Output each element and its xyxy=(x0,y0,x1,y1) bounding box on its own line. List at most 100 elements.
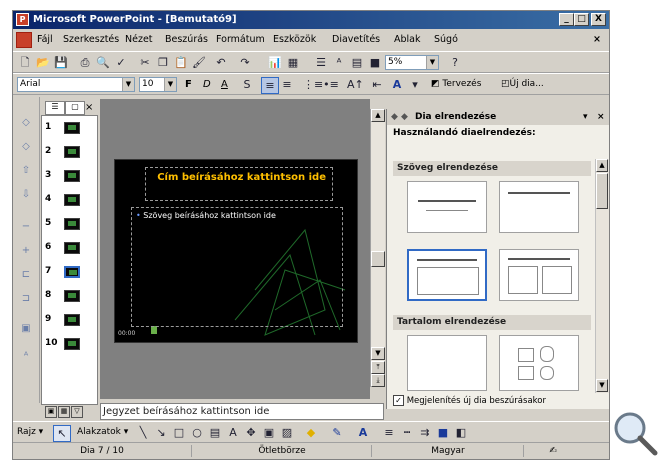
wordart-icon[interactable]: A xyxy=(225,425,241,440)
move-down-icon[interactable]: ⇩ xyxy=(18,189,34,203)
align-center-icon[interactable]: ≡ xyxy=(279,77,295,92)
list-item[interactable]: 2 xyxy=(42,146,95,162)
list-item[interactable]: 8 xyxy=(42,290,95,306)
list-item[interactable]: 1 xyxy=(42,122,95,138)
layout-two-column-text[interactable] xyxy=(499,249,579,301)
expand-all-icon[interactable]: ☰ xyxy=(313,55,329,70)
close-button[interactable]: X xyxy=(591,13,606,26)
paste-icon[interactable]: 📋 xyxy=(173,55,189,70)
list-item[interactable]: 6 xyxy=(42,242,95,258)
redo-icon[interactable]: ↷ xyxy=(237,55,253,70)
checkbox-checked-icon[interactable]: ✓ xyxy=(393,395,404,406)
design-button[interactable]: ◩ Tervezés xyxy=(431,77,481,92)
arrow-icon[interactable]: ↘ xyxy=(153,425,169,440)
expand-all-icon[interactable]: ⊐ xyxy=(18,293,34,307)
grid-icon[interactable]: ▤ xyxy=(349,55,365,70)
bold-button[interactable]: F xyxy=(185,77,192,92)
list-item[interactable]: 4 xyxy=(42,194,95,210)
new-icon[interactable]: 🗋 xyxy=(17,55,33,70)
menu-tools[interactable]: Eszközök xyxy=(273,34,316,45)
show-formatting-icon[interactable]: ᴬ xyxy=(331,55,347,70)
fill-color-icon[interactable]: ◆ xyxy=(303,425,319,440)
textbox-icon[interactable]: ▤ xyxy=(207,425,223,440)
normal-view-icon[interactable]: ▣ xyxy=(45,406,57,418)
line-style-icon[interactable]: ≡ xyxy=(381,425,397,440)
menu-edit[interactable]: Szerkesztés xyxy=(63,34,119,45)
picture-icon[interactable]: ▨ xyxy=(279,425,295,440)
list-item[interactable]: 9 xyxy=(42,314,95,330)
layout-title-text[interactable] xyxy=(407,249,487,301)
show-on-insert-checkbox[interactable]: ✓ Megjelenítés új dia beszúrásakor xyxy=(393,395,603,406)
forward-arrow-icon[interactable]: ◆ xyxy=(401,109,408,125)
slide-scrollbar[interactable]: ▲ ▼ ⤒ ⤓ xyxy=(370,109,385,387)
scroll-down-icon[interactable]: ▼ xyxy=(596,379,608,392)
tab-slides[interactable]: ▢ xyxy=(65,101,85,115)
notes-field[interactable]: Jegyzet beírásához kattintson ide xyxy=(100,403,384,420)
layout-blank[interactable] xyxy=(407,335,487,391)
chevron-down-icon[interactable]: ▾ xyxy=(407,77,423,92)
italic-button[interactable]: D xyxy=(203,77,211,92)
collapse-all-icon[interactable]: ⊏ xyxy=(18,269,34,283)
body-placeholder[interactable]: • Szöveg beírásához kattintson ide xyxy=(131,207,343,327)
align-left-icon[interactable]: ≡ xyxy=(261,77,279,94)
task-pane-menu-icon[interactable]: ▾ xyxy=(583,109,588,125)
list-item-selected[interactable]: 7 xyxy=(42,266,95,282)
bullets-icon[interactable]: •≡ xyxy=(323,77,339,92)
show-formatting-icon[interactable]: ᴬ xyxy=(18,351,34,365)
format-painter-icon[interactable]: 🖌 xyxy=(191,55,207,70)
select-pointer-icon[interactable]: ↖ xyxy=(53,425,71,442)
dash-style-icon[interactable]: ┅ xyxy=(399,425,415,440)
copy-icon[interactable]: ❐ xyxy=(155,55,171,70)
close-document-icon[interactable]: × xyxy=(593,34,601,45)
scroll-up-icon[interactable]: ▲ xyxy=(596,159,608,172)
clipart-icon[interactable]: ▣ xyxy=(261,425,277,440)
scroll-up-icon[interactable]: ▲ xyxy=(371,109,385,122)
menu-view[interactable]: Nézet xyxy=(125,34,153,45)
menu-file[interactable]: Fájl xyxy=(37,34,53,45)
shadow-icon[interactable]: S xyxy=(239,77,255,92)
3d-style-icon[interactable]: ◧ xyxy=(453,425,469,440)
help-icon[interactable]: ? xyxy=(447,55,463,70)
menu-slideshow[interactable]: Diavetítés xyxy=(332,34,380,45)
task-pane-scrollbar[interactable]: ▲ ▼ xyxy=(595,159,609,393)
prev-slide-icon[interactable]: ⤒ xyxy=(371,361,385,374)
increase-font-icon[interactable]: A↑ xyxy=(347,77,364,92)
back-arrow-icon[interactable]: ◆ xyxy=(391,109,398,125)
save-icon[interactable]: 💾 xyxy=(53,55,69,70)
open-icon[interactable]: 📂 xyxy=(35,55,51,70)
close-pane-icon[interactable]: × xyxy=(85,102,93,113)
layout-title-slide[interactable] xyxy=(407,181,487,233)
scroll-thumb[interactable] xyxy=(596,173,608,209)
zoom-combo[interactable]: 5% ▼ xyxy=(385,55,439,70)
tab-outline[interactable]: ☰ xyxy=(45,101,65,115)
close-icon[interactable]: × xyxy=(597,109,605,125)
rectangle-icon[interactable]: □ xyxy=(171,425,187,440)
cut-icon[interactable]: ✂ xyxy=(137,55,153,70)
slideshow-icon[interactable]: ▽ xyxy=(71,406,83,418)
underline-button[interactable]: A xyxy=(221,77,228,92)
layout-content[interactable] xyxy=(499,335,579,391)
document-icon[interactable] xyxy=(16,32,32,48)
title-placeholder[interactable]: Cím beírásához kattintson ide xyxy=(145,167,333,201)
scroll-down-icon[interactable]: ▼ xyxy=(371,347,385,360)
insert-chart-icon[interactable]: 📊 xyxy=(267,55,283,70)
menu-window[interactable]: Ablak xyxy=(394,34,421,45)
menu-format[interactable]: Formátum xyxy=(216,34,265,45)
promote-icon[interactable]: ◇ xyxy=(18,117,34,131)
menu-insert[interactable]: Beszúrás xyxy=(165,34,208,45)
list-item[interactable]: 3 xyxy=(42,170,95,186)
font-color-icon[interactable]: A xyxy=(355,425,371,440)
move-up-icon[interactable]: ⇧ xyxy=(18,165,34,179)
font-size-combo[interactable]: 10 ▼ xyxy=(139,77,177,92)
layout-title-only[interactable] xyxy=(499,181,579,233)
new-slide-button[interactable]: ◰Új dia... xyxy=(501,77,544,92)
print-preview-icon[interactable]: 🔍 xyxy=(95,55,111,70)
decrease-indent-icon[interactable]: ⇤ xyxy=(369,77,385,92)
maximize-button[interactable]: □ xyxy=(574,13,589,26)
draw-menu-button[interactable]: Rajz ▾ xyxy=(17,425,43,440)
line-icon[interactable]: ╲ xyxy=(135,425,151,440)
undo-icon[interactable]: ↶ xyxy=(213,55,229,70)
collapse-icon[interactable]: − xyxy=(18,221,34,235)
autoshapes-menu-button[interactable]: Alakzatok ▾ xyxy=(77,425,128,440)
color-grayscale-icon[interactable]: ■ xyxy=(367,55,383,70)
